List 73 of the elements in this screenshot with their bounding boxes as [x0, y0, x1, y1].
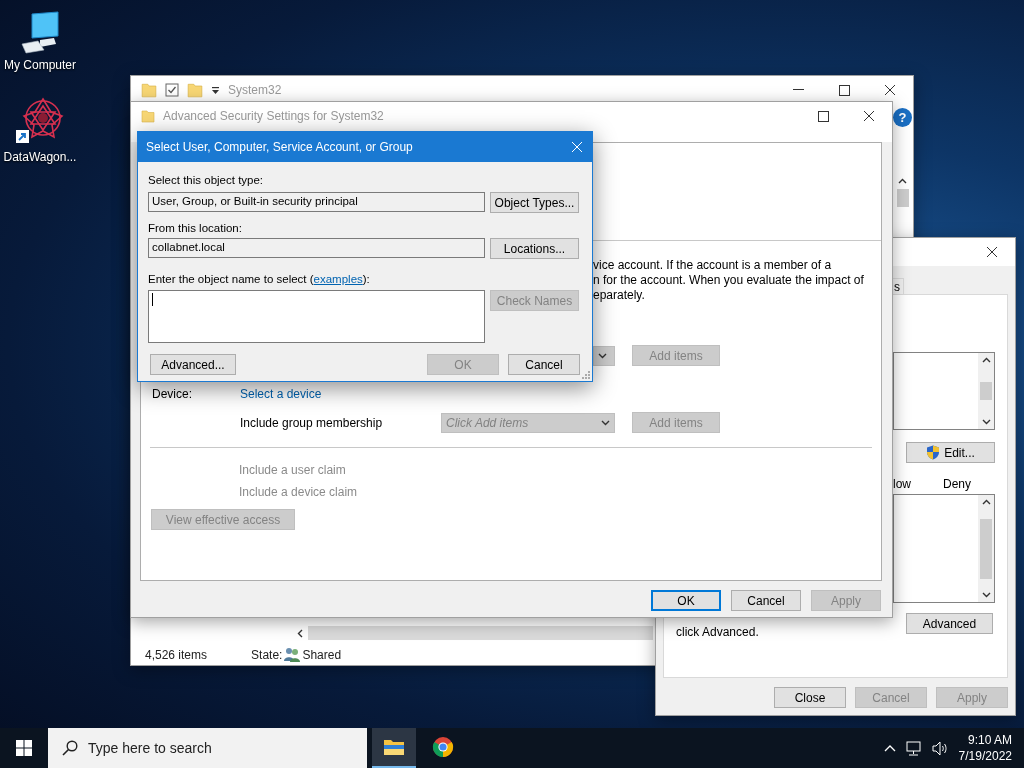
windows-logo-icon[interactable]	[16, 740, 32, 756]
object-types-button[interactable]: Object Types...	[490, 192, 579, 213]
dialog-title: Select User, Computer, Service Account, or Group	[146, 140, 413, 154]
description-text: n for the account. When you evaluate the impact of	[593, 273, 865, 288]
resize-grip-icon[interactable]	[580, 369, 590, 379]
column-header: Deny	[943, 477, 972, 492]
column-header: low	[893, 477, 911, 492]
dialog-button[interactable]: Cancel	[731, 590, 801, 611]
dialog-button[interactable]: OK	[651, 590, 721, 611]
dialog-button[interactable]: Close	[774, 687, 846, 708]
locations-button[interactable]: Locations...	[490, 238, 579, 259]
close-icon[interactable]	[986, 246, 998, 258]
search-field[interactable]: Type here to search	[48, 728, 367, 768]
description-text: vice account. If the account is a member of a	[593, 258, 833, 273]
window-title: Advanced Security Settings for System32	[163, 109, 384, 123]
group-membership-label: Include group membership	[240, 415, 384, 430]
scrollbar-thumb[interactable]	[980, 382, 992, 400]
users-icon	[284, 647, 301, 662]
properties-icon[interactable]	[165, 83, 179, 97]
device-label: Device:	[152, 387, 193, 401]
desktop-icon-label[interactable]: DataWagon...	[3, 150, 77, 164]
clock-time[interactable]: 9:10 AM	[967, 732, 1012, 748]
state-label: State:	[251, 647, 283, 662]
object-name-field[interactable]	[148, 290, 485, 343]
chevron-up-icon[interactable]	[883, 744, 896, 752]
scroll-up-icon[interactable]	[898, 177, 907, 186]
help-icon[interactable]: ?	[893, 108, 912, 127]
search-icon	[62, 740, 78, 756]
window-title: System32	[228, 83, 282, 97]
minimize-icon[interactable]	[792, 89, 804, 91]
folder-icon	[141, 82, 157, 98]
folder-icon	[383, 738, 405, 756]
location-field[interactable]: collabnet.local	[148, 238, 485, 258]
object-type-field[interactable]: User, Group, or Built-in security principal	[148, 192, 485, 212]
text-cursor-icon	[152, 293, 154, 306]
network-icon[interactable]	[905, 740, 922, 756]
scroll-left-icon[interactable]	[296, 628, 305, 638]
scroll-up-icon[interactable]	[981, 356, 991, 365]
advanced-button[interactable]: Advanced...	[150, 354, 236, 375]
item-count: 4,526 items	[145, 647, 208, 662]
description-text: eparately.	[593, 288, 646, 303]
state-value: Shared	[302, 647, 342, 662]
folder-icon	[187, 82, 203, 98]
computer-icon[interactable]	[18, 10, 62, 54]
scrollbar-thumb[interactable]	[896, 189, 909, 207]
select-device-link[interactable]: Select a device	[240, 387, 441, 401]
scroll-down-icon[interactable]	[981, 417, 991, 426]
horizontal-scrollbar[interactable]	[308, 626, 653, 640]
object-type-label: Select this object type:	[148, 173, 265, 188]
name-prompt: Enter the object name to select (examples):	[148, 272, 371, 287]
close-icon[interactable]	[884, 84, 896, 96]
close-icon[interactable]	[863, 110, 875, 122]
examples-link[interactable]: examples	[313, 273, 363, 285]
scroll-up-icon[interactable]	[981, 498, 991, 507]
taskbar-app[interactable]	[372, 728, 416, 768]
shield-icon	[926, 445, 941, 460]
volume-icon[interactable]	[931, 740, 949, 756]
desktop-icon-label[interactable]: My Computer	[4, 58, 76, 72]
maximize-icon[interactable]	[838, 84, 850, 96]
app-shortcut-icon[interactable]	[15, 96, 65, 146]
location-label: From this location:	[148, 221, 243, 236]
edit-button[interactable]: Edit...	[906, 442, 995, 463]
browser-icon	[432, 736, 454, 758]
scroll-down-icon[interactable]	[981, 590, 991, 599]
maximize-icon[interactable]	[817, 110, 829, 122]
advanced-button[interactable]: Advanced	[906, 613, 993, 634]
folder-icon	[141, 109, 155, 123]
clock-date[interactable]: 7/19/2022	[958, 748, 1012, 764]
dropdown-icon[interactable]	[211, 85, 220, 95]
dialog-button[interactable]: Cancel	[508, 354, 580, 375]
scrollbar-thumb[interactable]	[980, 518, 992, 579]
names-list[interactable]	[893, 352, 995, 430]
advanced-note: click Advanced.	[676, 624, 759, 639]
